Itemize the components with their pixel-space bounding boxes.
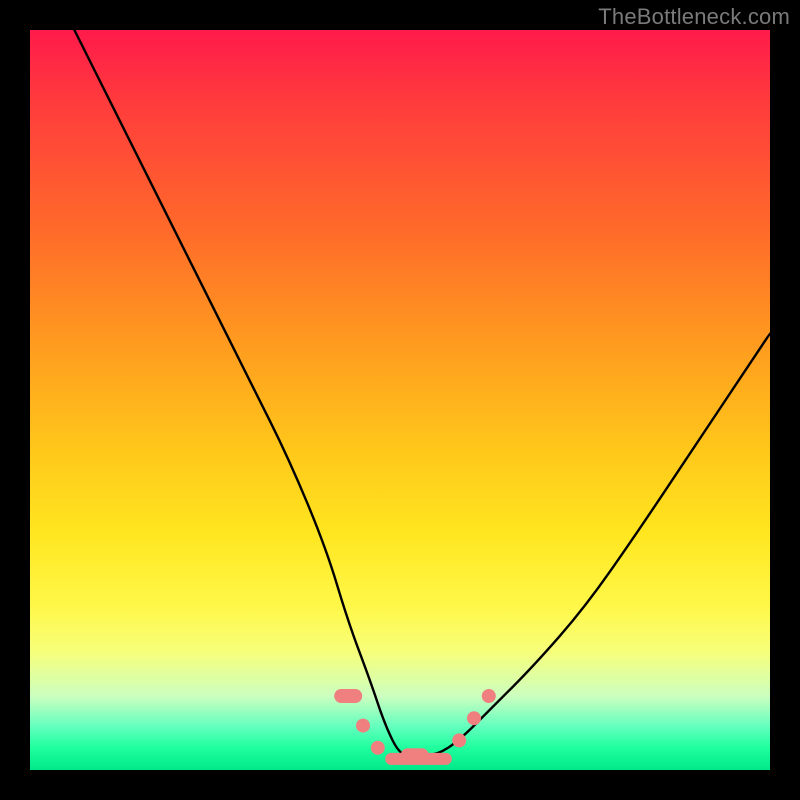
bottleneck-curve (74, 30, 770, 755)
threshold-marker (482, 689, 496, 703)
watermark-text: TheBottleneck.com (598, 4, 790, 30)
threshold-marker (467, 711, 481, 725)
chart-frame: TheBottleneck.com (0, 0, 800, 800)
threshold-marker (371, 741, 385, 755)
threshold-marker (452, 733, 466, 747)
plot-area (30, 30, 770, 770)
threshold-markers (334, 689, 496, 765)
curve-svg (30, 30, 770, 770)
threshold-marker (356, 719, 370, 733)
threshold-marker (334, 689, 362, 703)
optimum-range-bar (385, 753, 452, 765)
threshold-marker (401, 748, 429, 762)
